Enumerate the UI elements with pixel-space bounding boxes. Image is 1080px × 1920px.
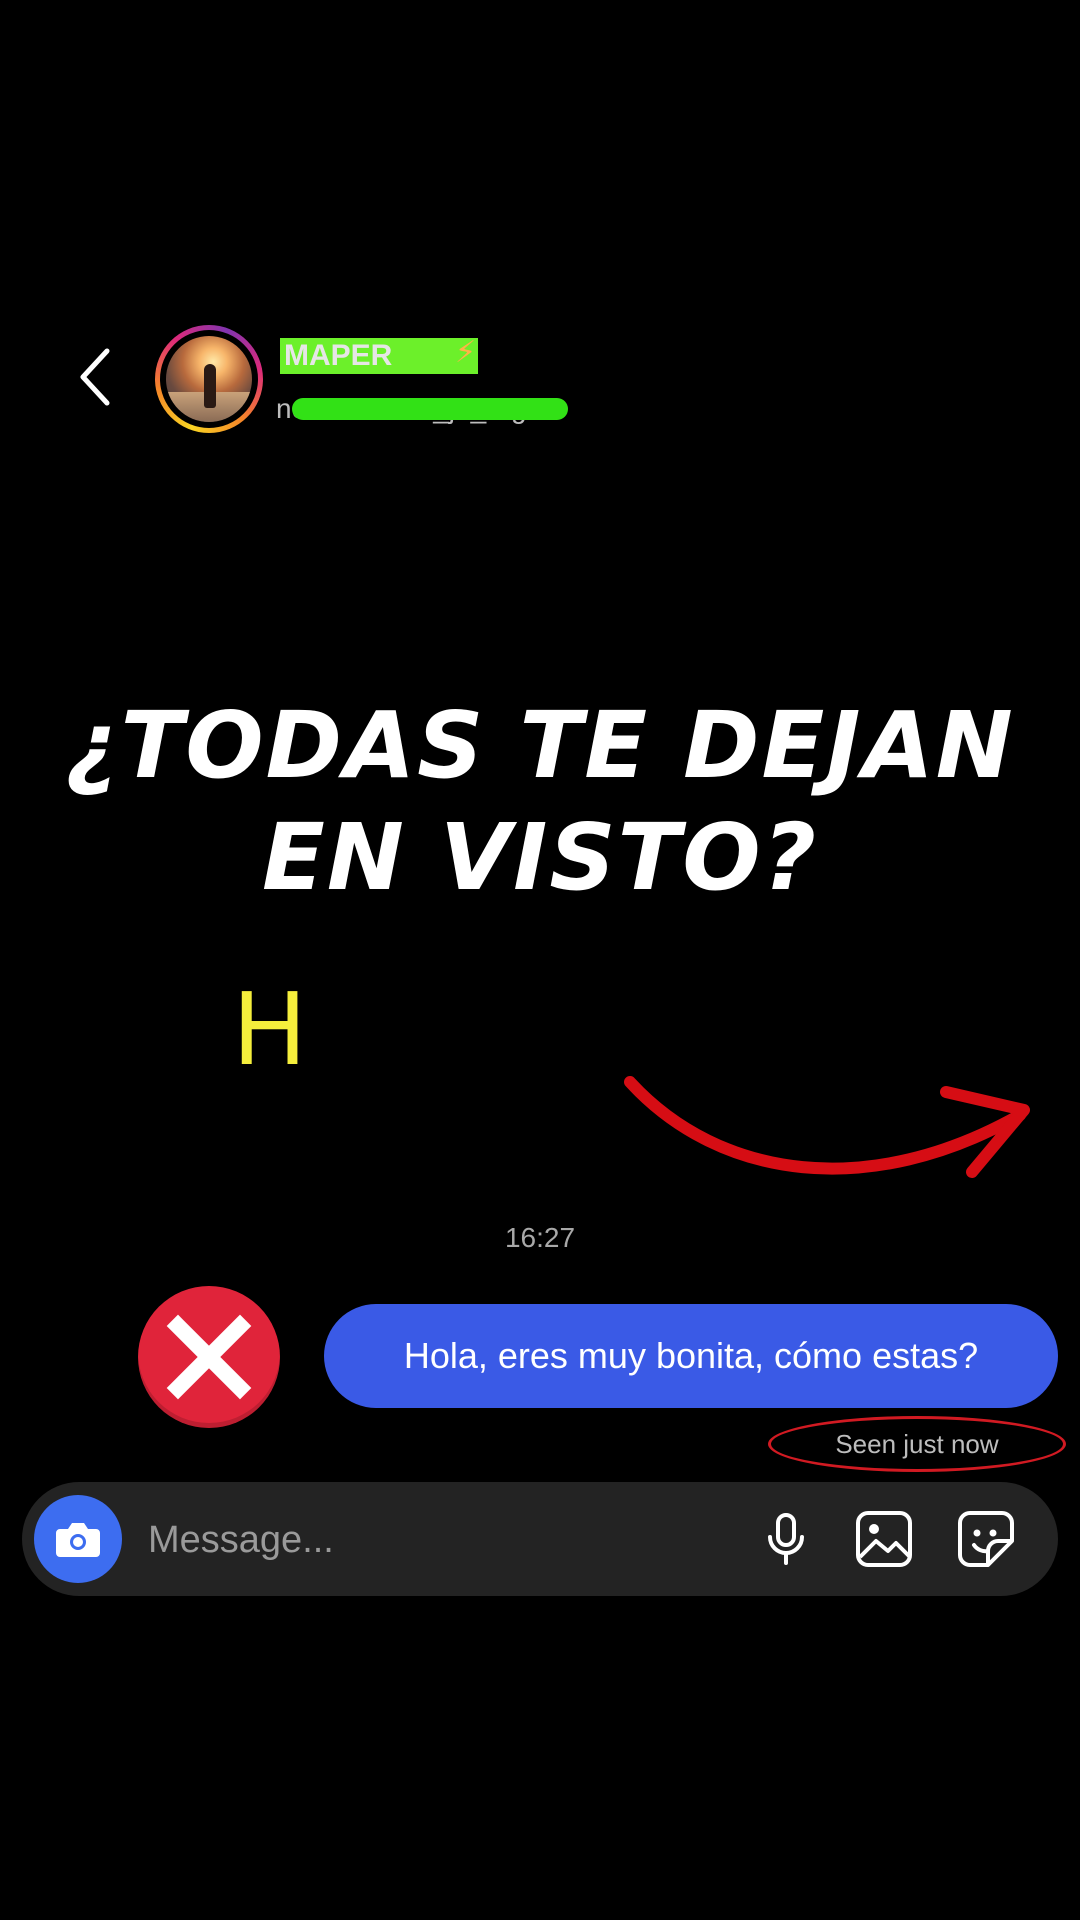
arrow-icon (624, 1076, 1030, 1178)
message-input[interactable] (146, 1504, 750, 1576)
microphone-icon[interactable] (756, 1509, 816, 1569)
seen-highlight: Seen just now (768, 1416, 1066, 1472)
headline-line-2: EN VISTO? (262, 804, 818, 911)
seen-status: Seen just now (835, 1429, 999, 1459)
chevron-left-icon (80, 348, 110, 406)
letter-mark: H (232, 971, 308, 1088)
sticker-icon[interactable] (956, 1509, 1016, 1569)
avatar[interactable] (155, 325, 263, 433)
x-icon (166, 1314, 252, 1400)
redaction-bar (292, 398, 568, 420)
camera-icon (56, 1523, 100, 1557)
headline-line-1: ¿TODAS TE DEJAN (65, 692, 1015, 799)
x-badge (138, 1286, 280, 1428)
contact-name[interactable]: MAPER (280, 338, 478, 374)
avatar-photo (166, 336, 252, 422)
message-composer (22, 1482, 1058, 1596)
image-icon[interactable] (854, 1509, 914, 1569)
overlay-headline: ¿TODAS TE DEJAN EN VISTO? (0, 690, 1080, 914)
message-timestamp: 16:27 (504, 1222, 576, 1253)
sent-message-bubble[interactable]: Hola, eres muy bonita, cómo estas? (324, 1304, 1058, 1408)
camera-button[interactable] (34, 1495, 122, 1583)
back-button[interactable] (72, 345, 116, 409)
bolt-emoji: ⚡ (455, 336, 477, 369)
